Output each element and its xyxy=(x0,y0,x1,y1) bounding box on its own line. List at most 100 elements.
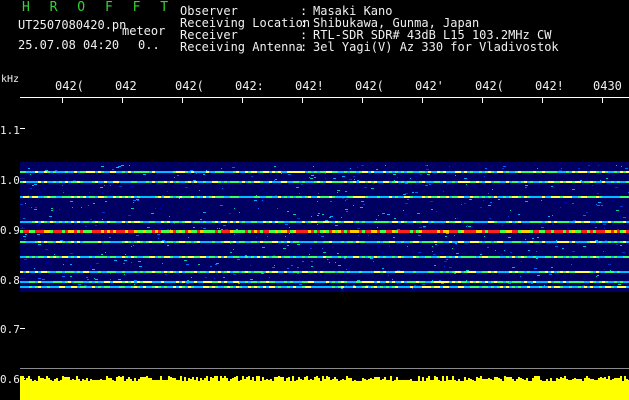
power-spike xyxy=(608,376,610,382)
signal-segment xyxy=(374,181,377,183)
signal-segment xyxy=(512,221,515,223)
signal-segment xyxy=(134,230,137,233)
signal-segment xyxy=(398,281,401,283)
signal-segment xyxy=(479,256,482,258)
signal-segment xyxy=(311,256,314,258)
signal-segment xyxy=(605,256,608,258)
power-spike xyxy=(152,380,154,382)
signal-segment xyxy=(221,181,224,183)
noise-speck xyxy=(169,216,170,217)
signal-segment xyxy=(290,281,293,283)
power-spike xyxy=(148,378,150,382)
signal-segment xyxy=(380,281,383,283)
signal-segment xyxy=(203,221,206,223)
signal-segment xyxy=(476,256,479,258)
signal-segment xyxy=(323,286,326,288)
noise-speck xyxy=(440,252,443,253)
noise-speck xyxy=(552,215,553,216)
noise-speck xyxy=(466,226,467,227)
signal-segment xyxy=(431,271,434,273)
signal-segment xyxy=(59,196,62,198)
signal-segment xyxy=(308,230,311,233)
signal-segment xyxy=(248,286,251,288)
signal-segment xyxy=(56,196,59,198)
signal-segment xyxy=(455,221,458,223)
signal-segment xyxy=(437,241,440,243)
signal-segment xyxy=(236,221,239,223)
signal-segment xyxy=(395,171,398,173)
signal-segment xyxy=(596,286,599,288)
signal-segment xyxy=(392,256,395,258)
signal-segment xyxy=(617,181,620,183)
noise-speck xyxy=(345,209,348,210)
signal-segment xyxy=(71,271,74,273)
signal-segment xyxy=(356,181,359,183)
noise-speck xyxy=(102,219,103,220)
noise-speck xyxy=(596,204,597,205)
signal-segment xyxy=(164,196,167,198)
signal-segment xyxy=(383,171,386,173)
signal-segment xyxy=(548,181,551,183)
signal-segment xyxy=(260,221,263,223)
signal-segment xyxy=(281,196,284,198)
signal-segment xyxy=(461,256,464,258)
signal-segment xyxy=(251,271,254,273)
signal-segment xyxy=(167,256,170,258)
signal-segment xyxy=(341,286,344,288)
signal-segment xyxy=(296,271,299,273)
signal-segment xyxy=(227,281,230,283)
signal-segment xyxy=(299,271,302,273)
noise-speck xyxy=(36,224,39,225)
signal-segment xyxy=(50,271,53,273)
signal-segment xyxy=(269,171,272,173)
noise-speck xyxy=(612,200,613,201)
power-spike xyxy=(90,379,92,382)
signal-segment xyxy=(266,171,269,173)
noise-speck xyxy=(188,208,189,209)
signal-segment xyxy=(437,196,440,198)
signal-segment xyxy=(32,230,35,233)
power-spike xyxy=(562,378,564,382)
noise-speck xyxy=(250,265,251,266)
signal-segment xyxy=(368,256,371,258)
noise-speck xyxy=(140,261,141,262)
noise-speck xyxy=(329,217,331,218)
noise-speck xyxy=(20,204,23,205)
signal-segment xyxy=(230,271,233,273)
power-spike xyxy=(272,381,274,382)
signal-segment xyxy=(335,171,338,173)
signal-segment xyxy=(542,281,545,283)
signal-segment xyxy=(491,181,494,183)
signal-segment xyxy=(560,171,563,173)
signal-segment xyxy=(401,241,404,243)
signal-segment xyxy=(23,181,26,183)
signal-segment xyxy=(434,221,437,223)
noise-speck xyxy=(612,205,613,206)
noise-speck xyxy=(464,178,467,179)
noise-speck xyxy=(214,278,215,279)
noise-speck xyxy=(110,185,111,186)
y-tick-label: 0.9 xyxy=(0,224,20,237)
signal-segment xyxy=(143,256,146,258)
power-spike xyxy=(440,381,442,382)
noise-speck xyxy=(250,279,253,280)
noise-speck xyxy=(329,262,330,263)
signal-segment xyxy=(101,256,104,258)
signal-segment xyxy=(623,230,626,233)
noise-speck xyxy=(104,185,105,186)
signal-segment xyxy=(287,281,290,283)
y-tick-mark xyxy=(20,128,25,129)
noise-speck xyxy=(432,280,433,281)
signal-segment xyxy=(104,256,107,258)
noise-speck xyxy=(273,255,275,256)
noise-speck xyxy=(220,205,223,206)
signal-segment xyxy=(374,286,377,288)
signal-segment xyxy=(248,221,251,223)
signal-segment xyxy=(350,196,353,198)
signal-segment xyxy=(449,230,452,233)
power-spike xyxy=(208,381,210,382)
noise-speck xyxy=(225,240,228,241)
signal-segment xyxy=(521,196,524,198)
antenna-value: 3el Yagi(V) Az 330 for Vladivostok xyxy=(313,40,559,54)
signal-segment xyxy=(140,221,143,223)
